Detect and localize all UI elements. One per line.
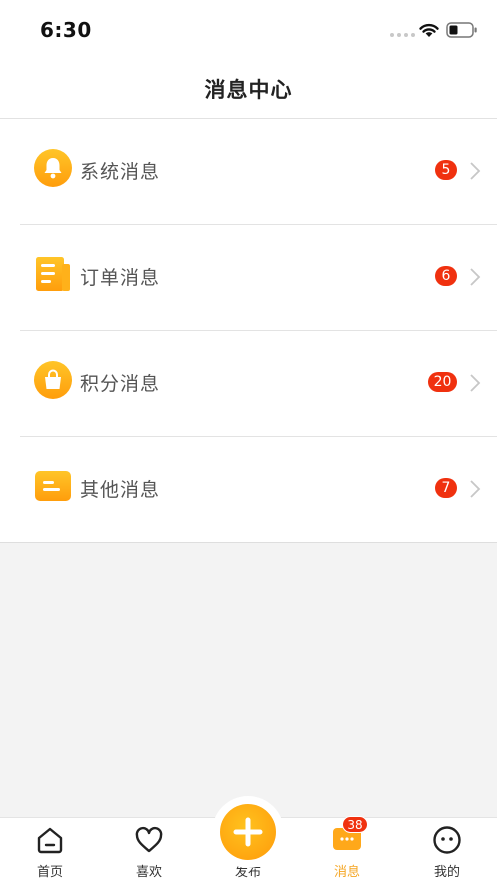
tab-label: 消息 [333,865,360,880]
tab-profile[interactable]: 我的 [407,818,487,884]
profile-face-icon [433,826,461,854]
points-bag-icon [34,361,72,399]
plus-icon [233,817,263,847]
bell-icon [34,149,72,187]
nav-bar: 消息中心 [0,58,497,119]
other-chat-icon [35,471,71,501]
message-row-other[interactable]: 其他消息 7 [20,437,497,542]
message-row-label: 订单消息 [80,267,161,289]
message-row-label: 系统消息 [80,161,161,183]
message-row-label: 其他消息 [80,479,161,501]
wifi-icon [419,23,439,37]
home-icon [37,827,63,854]
message-row-order[interactable]: 订单消息 6 [20,225,497,331]
tab-label: 我的 [433,865,460,880]
publish-button[interactable] [212,796,284,868]
unread-count-badge: 5 [435,160,457,180]
chevron-right-icon [470,162,481,180]
chevron-right-icon [470,268,481,286]
tab-label: 首页 [36,865,63,880]
chevron-right-icon [470,374,481,392]
messages-tab-badge: 38 [342,816,368,833]
page-title: 消息中心 [204,78,293,102]
unread-count-badge: 20 [428,372,457,392]
chevron-right-icon [470,480,481,498]
tab-label: 喜欢 [135,865,162,880]
cellular-signal-icon [390,33,415,37]
status-bar: 6:30 [0,0,497,58]
tab-home[interactable]: 首页 [10,818,90,884]
unread-count-badge: 6 [435,266,457,286]
battery-icon [446,22,477,38]
unread-count-badge: 7 [435,478,457,498]
message-row-label: 积分消息 [80,373,161,395]
message-category-list: 系统消息 5 订单消息 6 积分消息 20 其他消息 7 [0,119,497,543]
message-row-points[interactable]: 积分消息 20 [20,331,497,437]
status-time: 6:30 [40,18,92,42]
publish-button-inner [220,804,276,860]
order-doc-icon [36,257,70,291]
message-row-system[interactable]: 系统消息 5 [20,119,497,225]
heart-icon [135,826,163,853]
tab-favorites[interactable]: 喜欢 [109,818,189,884]
